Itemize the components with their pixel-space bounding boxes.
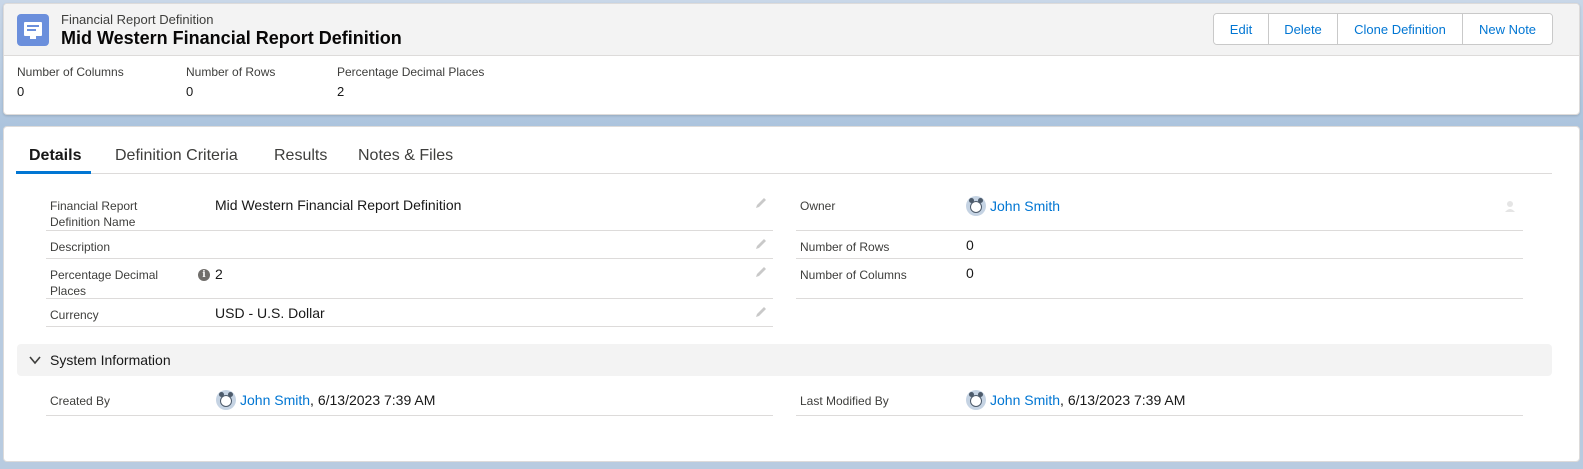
highlight-label: Percentage Decimal Places <box>337 65 485 79</box>
field-value: 2 <box>215 266 223 282</box>
field-label: Number of Rows <box>800 240 890 254</box>
user-avatar-icon <box>216 390 236 410</box>
tab-notes-files[interactable]: Notes & Files <box>358 147 453 174</box>
field-label: Description <box>50 240 111 254</box>
active-tab-indicator <box>16 171 91 174</box>
system-information-section-header[interactable]: System Information <box>17 344 1552 376</box>
section-title: System Information <box>50 352 171 368</box>
details-card: Details Definition Criteria Results Note… <box>3 126 1580 462</box>
modified-by-value: John Smith, 6/13/2023 7:39 AM <box>990 392 1185 410</box>
tab-bar: Details Definition Criteria Results Note… <box>16 140 1552 174</box>
highlight-number-of-columns: Number of Columns 0 <box>17 65 124 99</box>
edit-button[interactable]: Edit <box>1214 14 1269 44</box>
tab-details[interactable]: Details <box>29 147 81 174</box>
field-label: Last Modified By <box>800 394 889 408</box>
field-label: Number of Columns <box>800 268 907 282</box>
object-type-label: Financial Report Definition <box>61 12 214 27</box>
field-value: USD - U.S. Dollar <box>215 305 325 321</box>
pencil-icon[interactable] <box>754 196 768 210</box>
tab-results[interactable]: Results <box>274 147 327 174</box>
pencil-icon[interactable] <box>754 265 768 279</box>
highlight-value: 0 <box>186 84 194 99</box>
user-avatar-icon <box>966 390 986 410</box>
field-value: Mid Western Financial Report Definition <box>215 197 462 213</box>
highlight-value: 2 <box>337 84 345 99</box>
highlight-percentage-decimal-places: Percentage Decimal Places 2 <box>337 65 484 99</box>
highlight-label: Number of Columns <box>17 65 124 79</box>
field-row-owner: Owner John Smith <box>796 190 1523 231</box>
delete-button[interactable]: Delete <box>1269 14 1338 44</box>
field-label-line: Financial Report <box>50 199 138 213</box>
field-label: Percentage Decimal Places <box>50 267 158 299</box>
field-value: 0 <box>966 237 974 253</box>
field-label-line: Percentage Decimal <box>50 268 159 282</box>
record-title: Mid Western Financial Report Definition <box>61 28 402 48</box>
field-row-number-of-columns: Number of Columns 0 <box>796 259 1523 299</box>
new-note-button[interactable]: New Note <box>1463 14 1552 44</box>
user-avatar-icon <box>966 196 986 216</box>
owner-link[interactable]: John Smith <box>990 198 1060 214</box>
change-owner-icon[interactable] <box>1504 199 1518 213</box>
field-row-financial-report-definition-name: Financial Report Definition Name Mid Wes… <box>46 190 773 231</box>
highlights-panel: Financial Report Definition Mid Western … <box>3 3 1580 115</box>
field-label: Created By <box>50 394 111 408</box>
field-value: 0 <box>966 265 974 281</box>
info-icon[interactable]: i <box>198 269 210 281</box>
created-by-user-link[interactable]: John Smith <box>240 392 310 408</box>
field-row-number-of-rows: Number of Rows 0 <box>796 231 1523 259</box>
chevron-down-icon <box>29 356 41 365</box>
highlight-fields: Number of Columns 0 Number of Rows 0 Per… <box>4 56 1579 114</box>
field-row-description: Description <box>46 231 773 259</box>
field-row-currency: Currency USD - U.S. Dollar <box>46 299 773 327</box>
field-label-line: Definition Name <box>50 215 136 229</box>
tab-definition-criteria[interactable]: Definition Criteria <box>115 147 238 174</box>
modified-by-user-link[interactable]: John Smith <box>990 392 1060 408</box>
pencil-icon[interactable] <box>754 237 768 251</box>
highlight-value: 0 <box>17 84 25 99</box>
pencil-icon[interactable] <box>754 305 768 319</box>
field-label: Owner <box>800 199 836 213</box>
action-button-group: Edit Delete Clone Definition New Note <box>1213 13 1553 45</box>
highlight-number-of-rows: Number of Rows 0 <box>186 65 275 99</box>
field-label: Currency <box>50 308 99 322</box>
field-row-percentage-decimal-places: Percentage Decimal Places i 2 <box>46 259 773 299</box>
field-label: Financial Report Definition Name <box>50 198 137 230</box>
created-by-date: , 6/13/2023 7:39 AM <box>310 392 436 408</box>
field-label-line: Places <box>50 284 87 298</box>
modified-by-date: , 6/13/2023 7:39 AM <box>1060 392 1186 408</box>
field-row-last-modified-by: Last Modified By John Smith, 6/13/2023 7… <box>796 386 1523 416</box>
report-definition-icon <box>17 14 49 46</box>
field-row-created-by: Created By John Smith, 6/13/2023 7:39 AM <box>46 386 773 416</box>
record-header: Financial Report Definition Mid Western … <box>4 4 1579 56</box>
created-by-value: John Smith, 6/13/2023 7:39 AM <box>240 392 435 410</box>
clone-definition-button[interactable]: Clone Definition <box>1338 14 1463 44</box>
highlight-label: Number of Rows <box>186 65 276 79</box>
